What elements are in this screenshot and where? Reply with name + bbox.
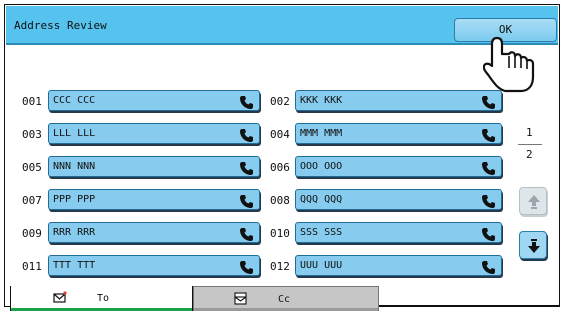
address-entry-button[interactable]: PPP PPP <box>48 189 260 210</box>
entry-number: 003 <box>22 128 42 141</box>
entry-number: 009 <box>22 227 42 240</box>
entry-name: LLL LLL <box>53 128 96 139</box>
entry-number: 005 <box>22 161 42 174</box>
entry-name: PPP PPP <box>53 194 96 205</box>
address-entry-button[interactable]: SSS SSS <box>295 222 502 243</box>
phone-icon <box>482 94 495 109</box>
address-entry-button[interactable]: RRR RRR <box>48 222 260 243</box>
entry-number: 007 <box>22 194 42 207</box>
scroll-up-button[interactable] <box>519 187 547 215</box>
entry-number: 012 <box>270 260 290 273</box>
phone-icon <box>240 94 253 109</box>
phone-icon <box>482 160 495 175</box>
phone-icon <box>240 226 253 241</box>
arrow-down-icon <box>528 239 540 253</box>
phone-icon <box>482 127 495 142</box>
address-entry-button[interactable]: NNN NNN <box>48 156 260 177</box>
entry-name: UUU UUU <box>300 260 343 271</box>
entry-number: 006 <box>270 161 290 174</box>
entry-name: QQQ QQQ <box>300 194 343 205</box>
entry-number: 004 <box>270 128 290 141</box>
tab-to-label: To <box>97 293 110 304</box>
phone-icon <box>482 193 495 208</box>
entry-number: 011 <box>22 260 42 273</box>
entry-name: CCC CCC <box>53 95 96 106</box>
address-entry-button[interactable]: KKK KKK <box>295 90 502 111</box>
entry-name: OOO OOO <box>300 161 343 172</box>
pointing-hand-icon <box>483 36 535 93</box>
copy-envelope-icon <box>234 292 247 305</box>
entry-number: 002 <box>270 95 290 108</box>
address-entry-button[interactable]: MMM MMM <box>295 123 502 144</box>
entry-number: 008 <box>270 194 290 207</box>
envelope-icon <box>53 291 67 303</box>
entry-name: MMM MMM <box>300 128 343 139</box>
entry-number: 001 <box>22 95 42 108</box>
page-current: 1 <box>526 126 533 139</box>
arrow-up-icon <box>528 195 540 209</box>
phone-icon <box>240 259 253 274</box>
dialog-title: Address Review <box>14 19 107 32</box>
address-entry-button[interactable]: CCC CCC <box>48 90 260 111</box>
address-entry-button[interactable]: TTT TTT <box>48 255 260 276</box>
address-entry-button[interactable]: UUU UUU <box>295 255 502 276</box>
address-entry-button[interactable]: OOO OOO <box>295 156 502 177</box>
address-entry-button[interactable]: LLL LLL <box>48 123 260 144</box>
tab-cc[interactable]: Cc <box>193 286 379 311</box>
tab-bar-edge <box>379 305 560 307</box>
phone-icon <box>240 193 253 208</box>
tab-cc-label: Cc <box>278 294 291 305</box>
tab-to[interactable]: To <box>10 286 193 311</box>
phone-icon <box>240 127 253 142</box>
phone-icon <box>482 259 495 274</box>
phone-icon <box>482 226 495 241</box>
page-total: 2 <box>526 148 533 161</box>
entry-name: NNN NNN <box>53 161 96 172</box>
page-divider <box>518 144 542 145</box>
entry-name: RRR RRR <box>53 227 96 238</box>
entry-number: 010 <box>270 227 290 240</box>
address-entry-button[interactable]: QQQ QQQ <box>295 189 502 210</box>
entry-name: TTT TTT <box>53 260 96 271</box>
entry-name: SSS SSS <box>300 227 343 238</box>
phone-icon <box>240 160 253 175</box>
scroll-down-button[interactable] <box>519 231 547 259</box>
entry-name: KKK KKK <box>300 95 343 106</box>
